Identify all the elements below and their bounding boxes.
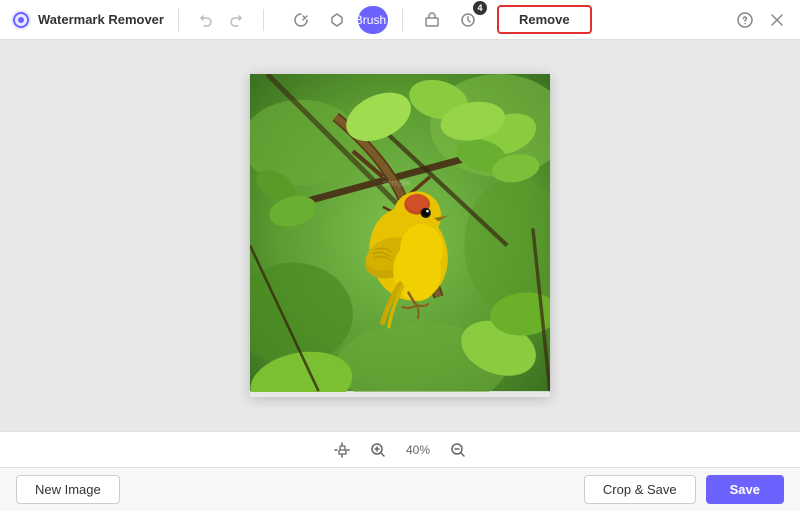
remove-button[interactable]: Remove [497,5,592,34]
footer-left: New Image [16,475,120,504]
undo-button[interactable] [193,7,219,33]
save-button[interactable]: Save [706,475,784,504]
tool-buttons: Brush ▾ 4 [286,5,483,35]
bird-image: sample [250,74,550,391]
erase-tool-button[interactable] [417,5,447,35]
settings-tool-button[interactable]: 4 [453,5,483,35]
footer-right: Crop & Save Save [584,475,784,504]
app-title: Watermark Remover [38,12,164,27]
brush-tool-button[interactable]: Brush ▾ [358,6,388,34]
zoom-in-button[interactable] [366,438,390,462]
title-bar-right [732,7,790,33]
footer: New Image Crop & Save Save [0,467,800,511]
title-bar: Watermark Remover [0,0,800,40]
app-logo [10,9,32,31]
main-canvas-area: sample [0,40,800,431]
toolbar-divider [178,9,179,31]
polygon-tool-button[interactable] [322,5,352,35]
image-container[interactable]: sample [250,74,550,396]
pan-tool-button[interactable] [330,438,354,462]
new-image-button[interactable]: New Image [16,475,120,504]
crop-save-button[interactable]: Crop & Save [584,475,696,504]
help-button[interactable] [732,7,758,33]
toolbar-divider-3 [402,9,403,31]
svg-text:sample: sample [383,178,411,188]
title-bar-left: Watermark Remover [10,5,724,35]
lasso-tool-button[interactable] [286,5,316,35]
nav-buttons [193,7,249,33]
zoom-level: 40% [402,443,434,457]
notification-badge: 4 [473,1,487,15]
redo-button[interactable] [223,7,249,33]
brush-label: Brush [355,13,386,27]
toolbar-divider-2 [263,9,264,31]
brush-chevron: ▾ [389,14,394,25]
bottom-toolbar: 40% [0,431,800,467]
close-button[interactable] [764,7,790,33]
zoom-out-button[interactable] [446,438,470,462]
